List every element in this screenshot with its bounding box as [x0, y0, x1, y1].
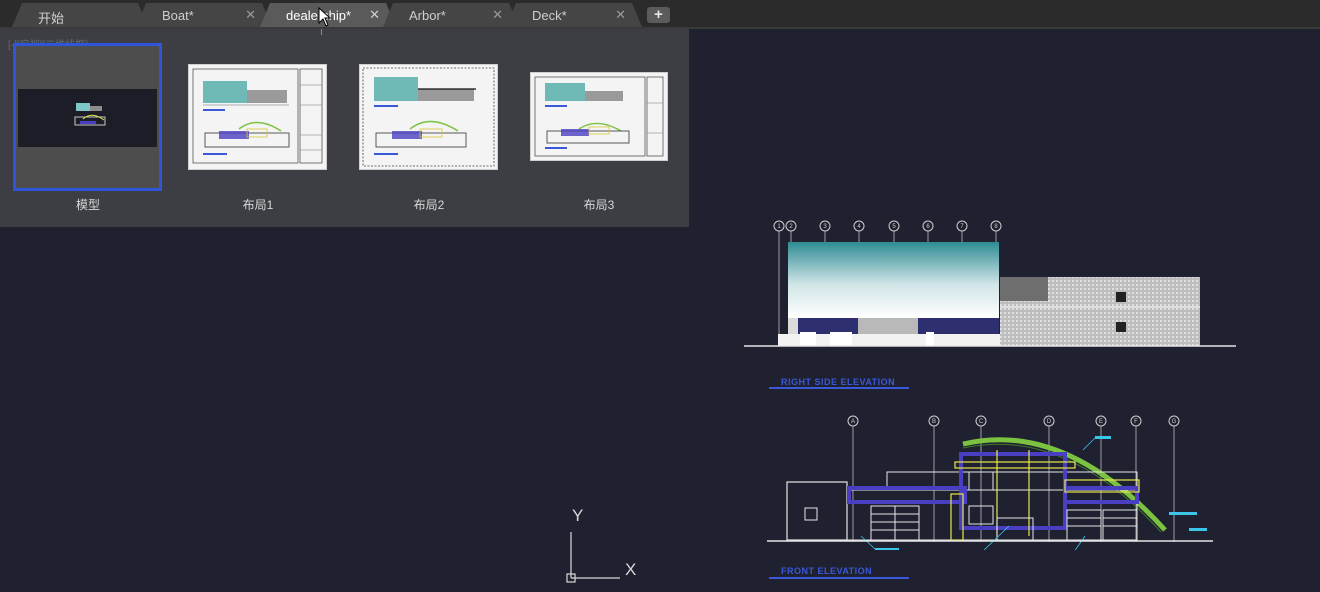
title-underline [769, 387, 909, 389]
tab-label: Arbor* [409, 8, 446, 23]
grid-marker: G [1172, 419, 1177, 425]
ucs-axis-icon [566, 532, 620, 583]
layout1-sheet-graphic [192, 68, 323, 164]
tab-start[interactable]: 开始 [12, 3, 148, 27]
mouse-cursor-icon [318, 7, 332, 27]
close-icon[interactable]: ✕ [615, 7, 626, 23]
new-tab-button[interactable]: + [647, 7, 670, 23]
tab-arbor[interactable]: Arbor* ✕ [383, 3, 519, 27]
file-tab-bar: 开始 Boat* ✕ dealership* ✕ Arbor* ✕ Deck* … [0, 0, 1320, 29]
layout1-thumbnail[interactable] [188, 64, 327, 170]
layout-label-2: 布局2 [413, 198, 445, 212]
tab-boat[interactable]: Boat* ✕ [136, 3, 272, 27]
grid-marker: C [979, 419, 984, 425]
front-elevation-drawing[interactable]: A B C D E F G [765, 410, 1215, 550]
tab-label: 开始 [38, 11, 65, 26]
layout3-sheet-graphic [534, 76, 664, 157]
title-underline [769, 577, 909, 579]
grid-marker: E [1099, 419, 1103, 425]
model-thumbnail[interactable] [13, 43, 162, 191]
layout-label-model: 模型 [75, 198, 100, 212]
layout-label-3: 布局3 [583, 198, 615, 212]
right-side-elevation-title: RIGHT SIDE ELEVATION [781, 377, 896, 387]
tab-deck[interactable]: Deck* ✕ [506, 3, 642, 27]
ucs-x-label: X [625, 560, 637, 579]
layout-label-1: 布局1 [242, 198, 274, 212]
grid-marker: B [932, 419, 936, 425]
ucs-y-label: Y [572, 506, 584, 525]
tab-label: Deck* [532, 8, 567, 23]
model-preview-band [18, 89, 157, 147]
layout2-thumbnail[interactable] [359, 64, 498, 170]
close-icon[interactable]: ✕ [369, 7, 380, 23]
close-icon[interactable]: ✕ [492, 7, 503, 23]
tab-connector [321, 29, 322, 35]
grid-marker: A [851, 419, 855, 425]
tab-label: Boat* [162, 8, 194, 23]
grid-marker: F [1134, 419, 1138, 425]
front-elevation-title: FRONT ELEVATION [781, 566, 873, 576]
close-icon[interactable]: ✕ [245, 7, 256, 23]
layout3-thumbnail[interactable] [530, 72, 668, 161]
model-preview-graphic [74, 103, 106, 126]
grid-marker: D [1047, 419, 1052, 425]
right-side-elevation-drawing[interactable]: 1 2 3 4 5 6 7 8 [740, 212, 1240, 357]
layout2-sheet-graphic [362, 67, 495, 167]
